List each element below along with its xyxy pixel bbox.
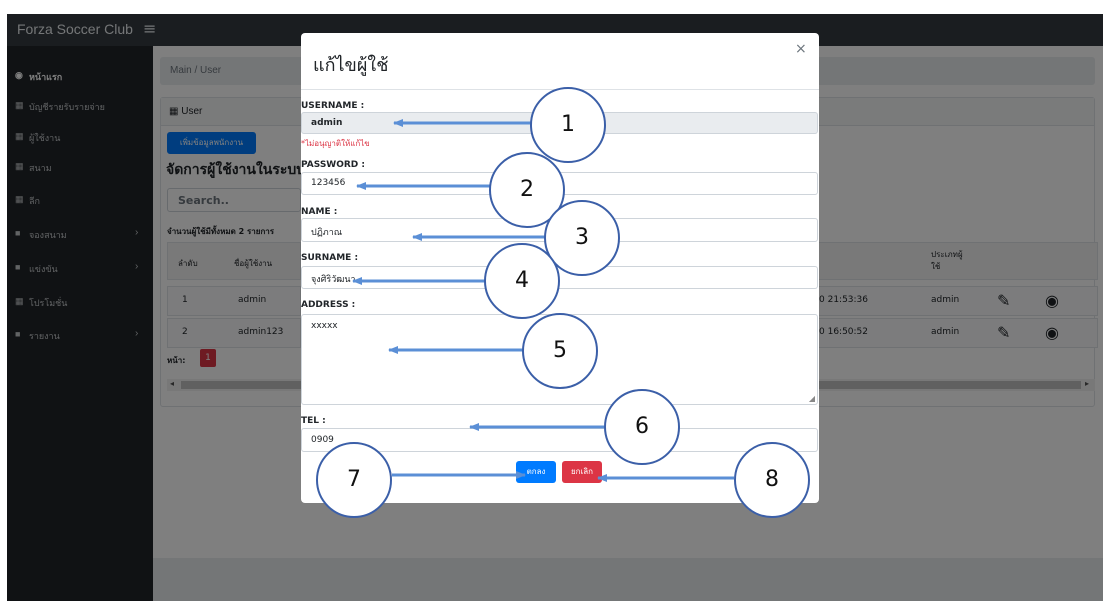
name-label: NAME : bbox=[301, 207, 338, 217]
modal-title: แก้ไขผู้ใช้ bbox=[313, 55, 389, 76]
password-label: PASSWORD : bbox=[301, 160, 366, 170]
callout-7: 7 bbox=[316, 442, 392, 518]
ok-button[interactable]: ตกลง bbox=[516, 461, 556, 483]
tel-field[interactable]: 0909 bbox=[301, 428, 818, 452]
screenshot-stage: Forza Soccer Club ≡ ◉ หน้าแรก ▦ บัญชีราย… bbox=[0, 0, 1103, 601]
close-icon[interactable]: × bbox=[795, 41, 807, 57]
callout-4: 4 bbox=[484, 243, 560, 319]
address-label: ADDRESS : bbox=[301, 300, 356, 310]
username-readonly-note: *ไม่อนุญาติให้แก้ไข bbox=[301, 139, 370, 148]
resize-handle-icon[interactable]: ◢ bbox=[809, 394, 815, 403]
username-label: USERNAME : bbox=[301, 101, 365, 111]
screenshot-margin-top bbox=[0, 0, 1103, 14]
callout-8: 8 bbox=[734, 442, 810, 518]
password-value: 123456 bbox=[311, 178, 346, 188]
name-value: ปฏิภาณ bbox=[311, 228, 343, 238]
address-value: xxxxx bbox=[311, 321, 338, 331]
surname-value: จุงศิริวัฒนา bbox=[311, 275, 356, 285]
username-value: admin bbox=[311, 118, 343, 128]
callout-6: 6 bbox=[604, 389, 680, 465]
tel-value: 0909 bbox=[311, 435, 334, 445]
surname-label: SURNAME : bbox=[301, 253, 359, 263]
cancel-button[interactable]: ยกเลิก bbox=[562, 461, 602, 483]
callout-1: 1 bbox=[530, 87, 606, 163]
callout-5: 5 bbox=[522, 313, 598, 389]
tel-label: TEL : bbox=[301, 416, 326, 426]
screenshot-margin-left bbox=[0, 0, 7, 601]
